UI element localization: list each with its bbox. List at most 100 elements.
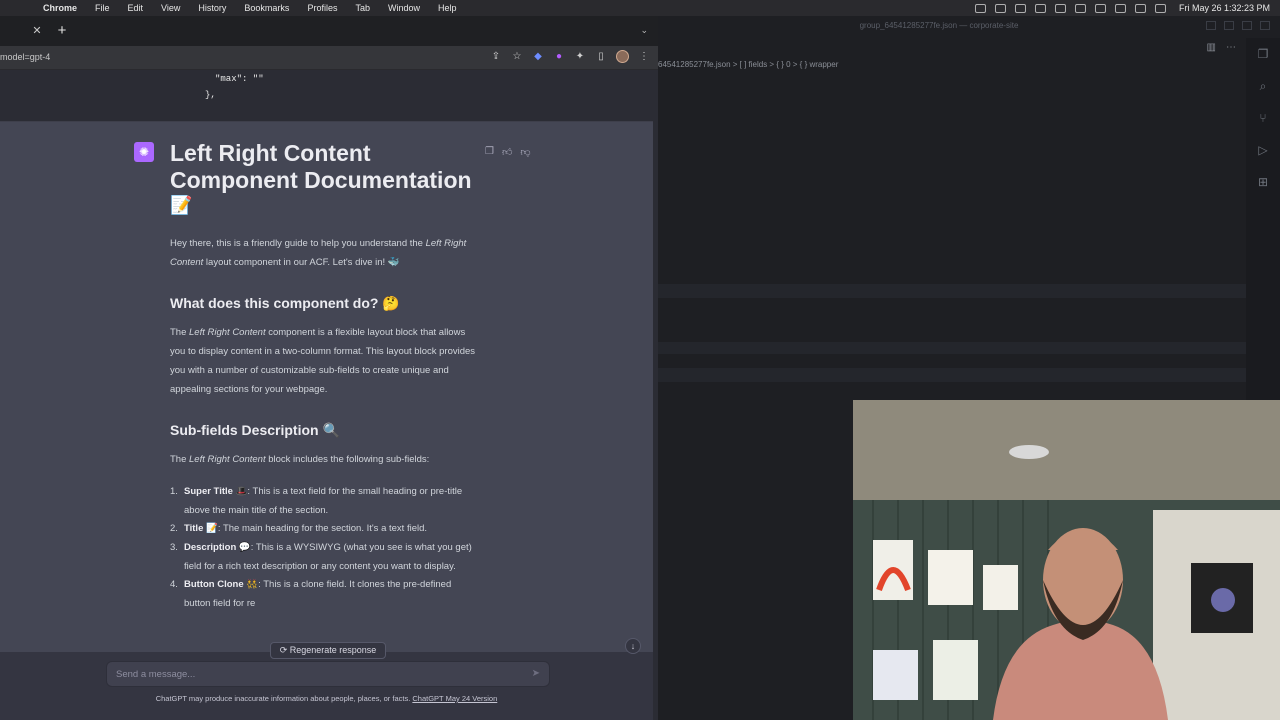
section-heading-subfields: Sub-fields Description 🔍: [170, 422, 340, 439]
extension-purple-icon[interactable]: ●: [553, 51, 565, 63]
vscode-layout-controls: [1206, 21, 1270, 30]
desc-emphasis: Left Right Content: [189, 327, 266, 339]
chrome-menu-icon[interactable]: ⋮: [638, 51, 650, 63]
menu-bookmarks[interactable]: Bookmarks: [235, 3, 298, 13]
search-icon[interactable]: ⌕: [1246, 70, 1280, 102]
menu-profiles[interactable]: Profiles: [298, 3, 346, 13]
regenerate-button[interactable]: ⟳ Regenerate response: [270, 642, 386, 659]
new-tab-icon[interactable]: +: [55, 22, 69, 39]
code-line: "max": "": [215, 74, 264, 84]
extension-shield-icon[interactable]: ◆: [532, 51, 544, 63]
wifi-icon[interactable]: [1114, 3, 1126, 13]
thumbs-down-icon[interactable]: 👎︎: [520, 146, 530, 158]
subfields-list: 1. Super Title 🎩: This is a text field fo…: [170, 483, 480, 614]
subfields-intro-paragraph: The Left Right Content block includes th…: [170, 451, 480, 470]
control-center-icon[interactable]: [1154, 3, 1166, 13]
layout-panel-icon[interactable]: [1224, 21, 1234, 30]
screen-record-icon[interactable]: [974, 3, 986, 13]
url-text[interactable]: model=gpt-4: [0, 52, 50, 62]
thumbs-up-icon[interactable]: 👍︎: [502, 146, 512, 158]
menu-help[interactable]: Help: [429, 3, 466, 13]
vscode-title-text: group_64541285277fe.json — corporate-sit…: [859, 21, 1019, 30]
menu-window[interactable]: Window: [379, 3, 429, 13]
mail-icon[interactable]: [1054, 3, 1066, 13]
sub-text-1: The: [170, 454, 190, 466]
list-item: 1. Super Title 🎩: This is a text field fo…: [170, 483, 480, 520]
menu-edit[interactable]: Edit: [119, 3, 153, 13]
intro-paragraph: Hey there, this is a friendly guide to h…: [170, 235, 480, 272]
layout-secondary-icon[interactable]: [1242, 21, 1252, 30]
code-line: },: [205, 90, 216, 100]
send-icon[interactable]: ➤: [532, 668, 540, 679]
side-panel-icon[interactable]: ▯: [595, 51, 607, 63]
docker-icon[interactable]: [994, 3, 1006, 13]
source-control-icon[interactable]: ⑂: [1246, 102, 1280, 134]
editor-highlight-line: [658, 284, 1246, 298]
list-item: 3. Description 💬: This is a WYSIWYG (what…: [170, 539, 480, 576]
toolbar-icons: ⇪ ☆ ◆ ● ✦ ▯ ⋮: [490, 50, 650, 63]
menu-tab[interactable]: Tab: [346, 3, 379, 13]
field-name: Title: [184, 523, 204, 535]
field-emoji: 📝: [206, 523, 218, 535]
doc-title: Left Right Content Component Documentati…: [170, 140, 472, 193]
webcam-video-image: [853, 400, 1280, 720]
bluetooth-icon[interactable]: [1074, 3, 1086, 13]
battery-icon[interactable]: [1094, 3, 1106, 13]
field-name: Super Title: [184, 485, 233, 497]
more-actions-icon[interactable]: ⋯: [1226, 42, 1236, 53]
status-area: Fri May 26 1:32:23 PM: [974, 3, 1280, 13]
extensions-puzzle-icon[interactable]: ✦: [574, 51, 586, 63]
scroll-to-bottom-button[interactable]: ↓: [625, 638, 641, 654]
copy-icon[interactable]: ❐: [485, 146, 494, 158]
editor-highlight-line: [658, 342, 1246, 354]
explorer-icon[interactable]: ❐: [1246, 38, 1280, 70]
menu-view[interactable]: View: [152, 3, 189, 13]
vscode-breadcrumb[interactable]: 64541285277fe.json > [ ] fields > { } 0 …: [658, 60, 838, 69]
message-input-placeholder: Send a message...: [116, 669, 196, 680]
menu-file[interactable]: File: [86, 3, 119, 13]
list-item: 4. Button Clone 👯: This is a clone field.…: [170, 576, 480, 613]
editor-highlight-line: [658, 368, 1246, 382]
layout-custom-icon[interactable]: [1260, 21, 1270, 30]
list-number: 3.: [170, 542, 178, 554]
field-text: : The main heading for the section. It's…: [217, 523, 428, 535]
previous-code-block: "max": "" },: [0, 70, 653, 122]
run-debug-icon[interactable]: ▷: [1246, 134, 1280, 166]
component-description-paragraph: The Left Right Content component is a fl…: [170, 324, 480, 399]
message-input[interactable]: Send a message... ➤: [106, 661, 550, 687]
field-name: Description: [184, 542, 237, 554]
menubar-clock[interactable]: Fri May 26 1:32:23 PM: [1179, 3, 1270, 13]
close-tab-icon[interactable]: ✕: [31, 24, 43, 37]
tab-search-chevron-icon[interactable]: ⌄: [640, 25, 648, 36]
profile-avatar[interactable]: [616, 50, 629, 63]
field-emoji: 🎩: [235, 485, 248, 497]
intro-text-2: layout component in our ACF. Let's dive …: [203, 256, 400, 268]
intro-text-1: Hey there, this is a friendly guide to h…: [170, 238, 426, 249]
share-icon[interactable]: ⇪: [490, 51, 502, 63]
field-emoji: 💬: [238, 542, 251, 554]
bookmark-star-icon[interactable]: ☆: [511, 51, 523, 63]
disclaimer-footer: ChatGPT may produce inaccurate informati…: [0, 694, 653, 703]
layout-sidebar-icon[interactable]: [1206, 21, 1216, 30]
page-scrollbar[interactable]: [653, 70, 658, 720]
field-name: Button Clone: [184, 579, 244, 591]
app-status-icon[interactable]: [1014, 3, 1026, 13]
menu-history[interactable]: History: [189, 3, 235, 13]
tab-strip: ✕ + ⌄: [0, 16, 658, 46]
search-icon[interactable]: [1134, 3, 1146, 13]
split-editor-icon[interactable]: ▥: [1207, 42, 1216, 53]
disclaimer-text: ChatGPT may produce inaccurate informati…: [155, 694, 413, 703]
macos-menubar: Chrome File Edit View History Bookmarks …: [0, 0, 1280, 16]
sub-emphasis: Left Right Content: [189, 454, 266, 466]
regenerate-icon: ⟳: [279, 645, 290, 655]
chrome-window: ✕ + ⌄ model=gpt-4 ⇪ ☆ ◆ ● ✦ ▯ ⋮ "max": "…: [0, 16, 658, 720]
menu-app-chrome[interactable]: Chrome: [34, 3, 86, 13]
extensions-icon[interactable]: ⊞: [1246, 166, 1280, 198]
vscode-editor-actions: ▥ ⋯: [1207, 42, 1236, 53]
field-emoji: 👯: [246, 579, 259, 591]
list-item: 2. Title 📝: The main heading for the sect…: [170, 520, 480, 539]
message-actions: ❐ 👍︎ 👎︎: [485, 146, 531, 158]
dropbox-icon[interactable]: [1034, 3, 1046, 13]
openai-logo-icon: ✺: [134, 142, 154, 162]
version-link[interactable]: ChatGPT May 24 Version: [412, 694, 497, 703]
